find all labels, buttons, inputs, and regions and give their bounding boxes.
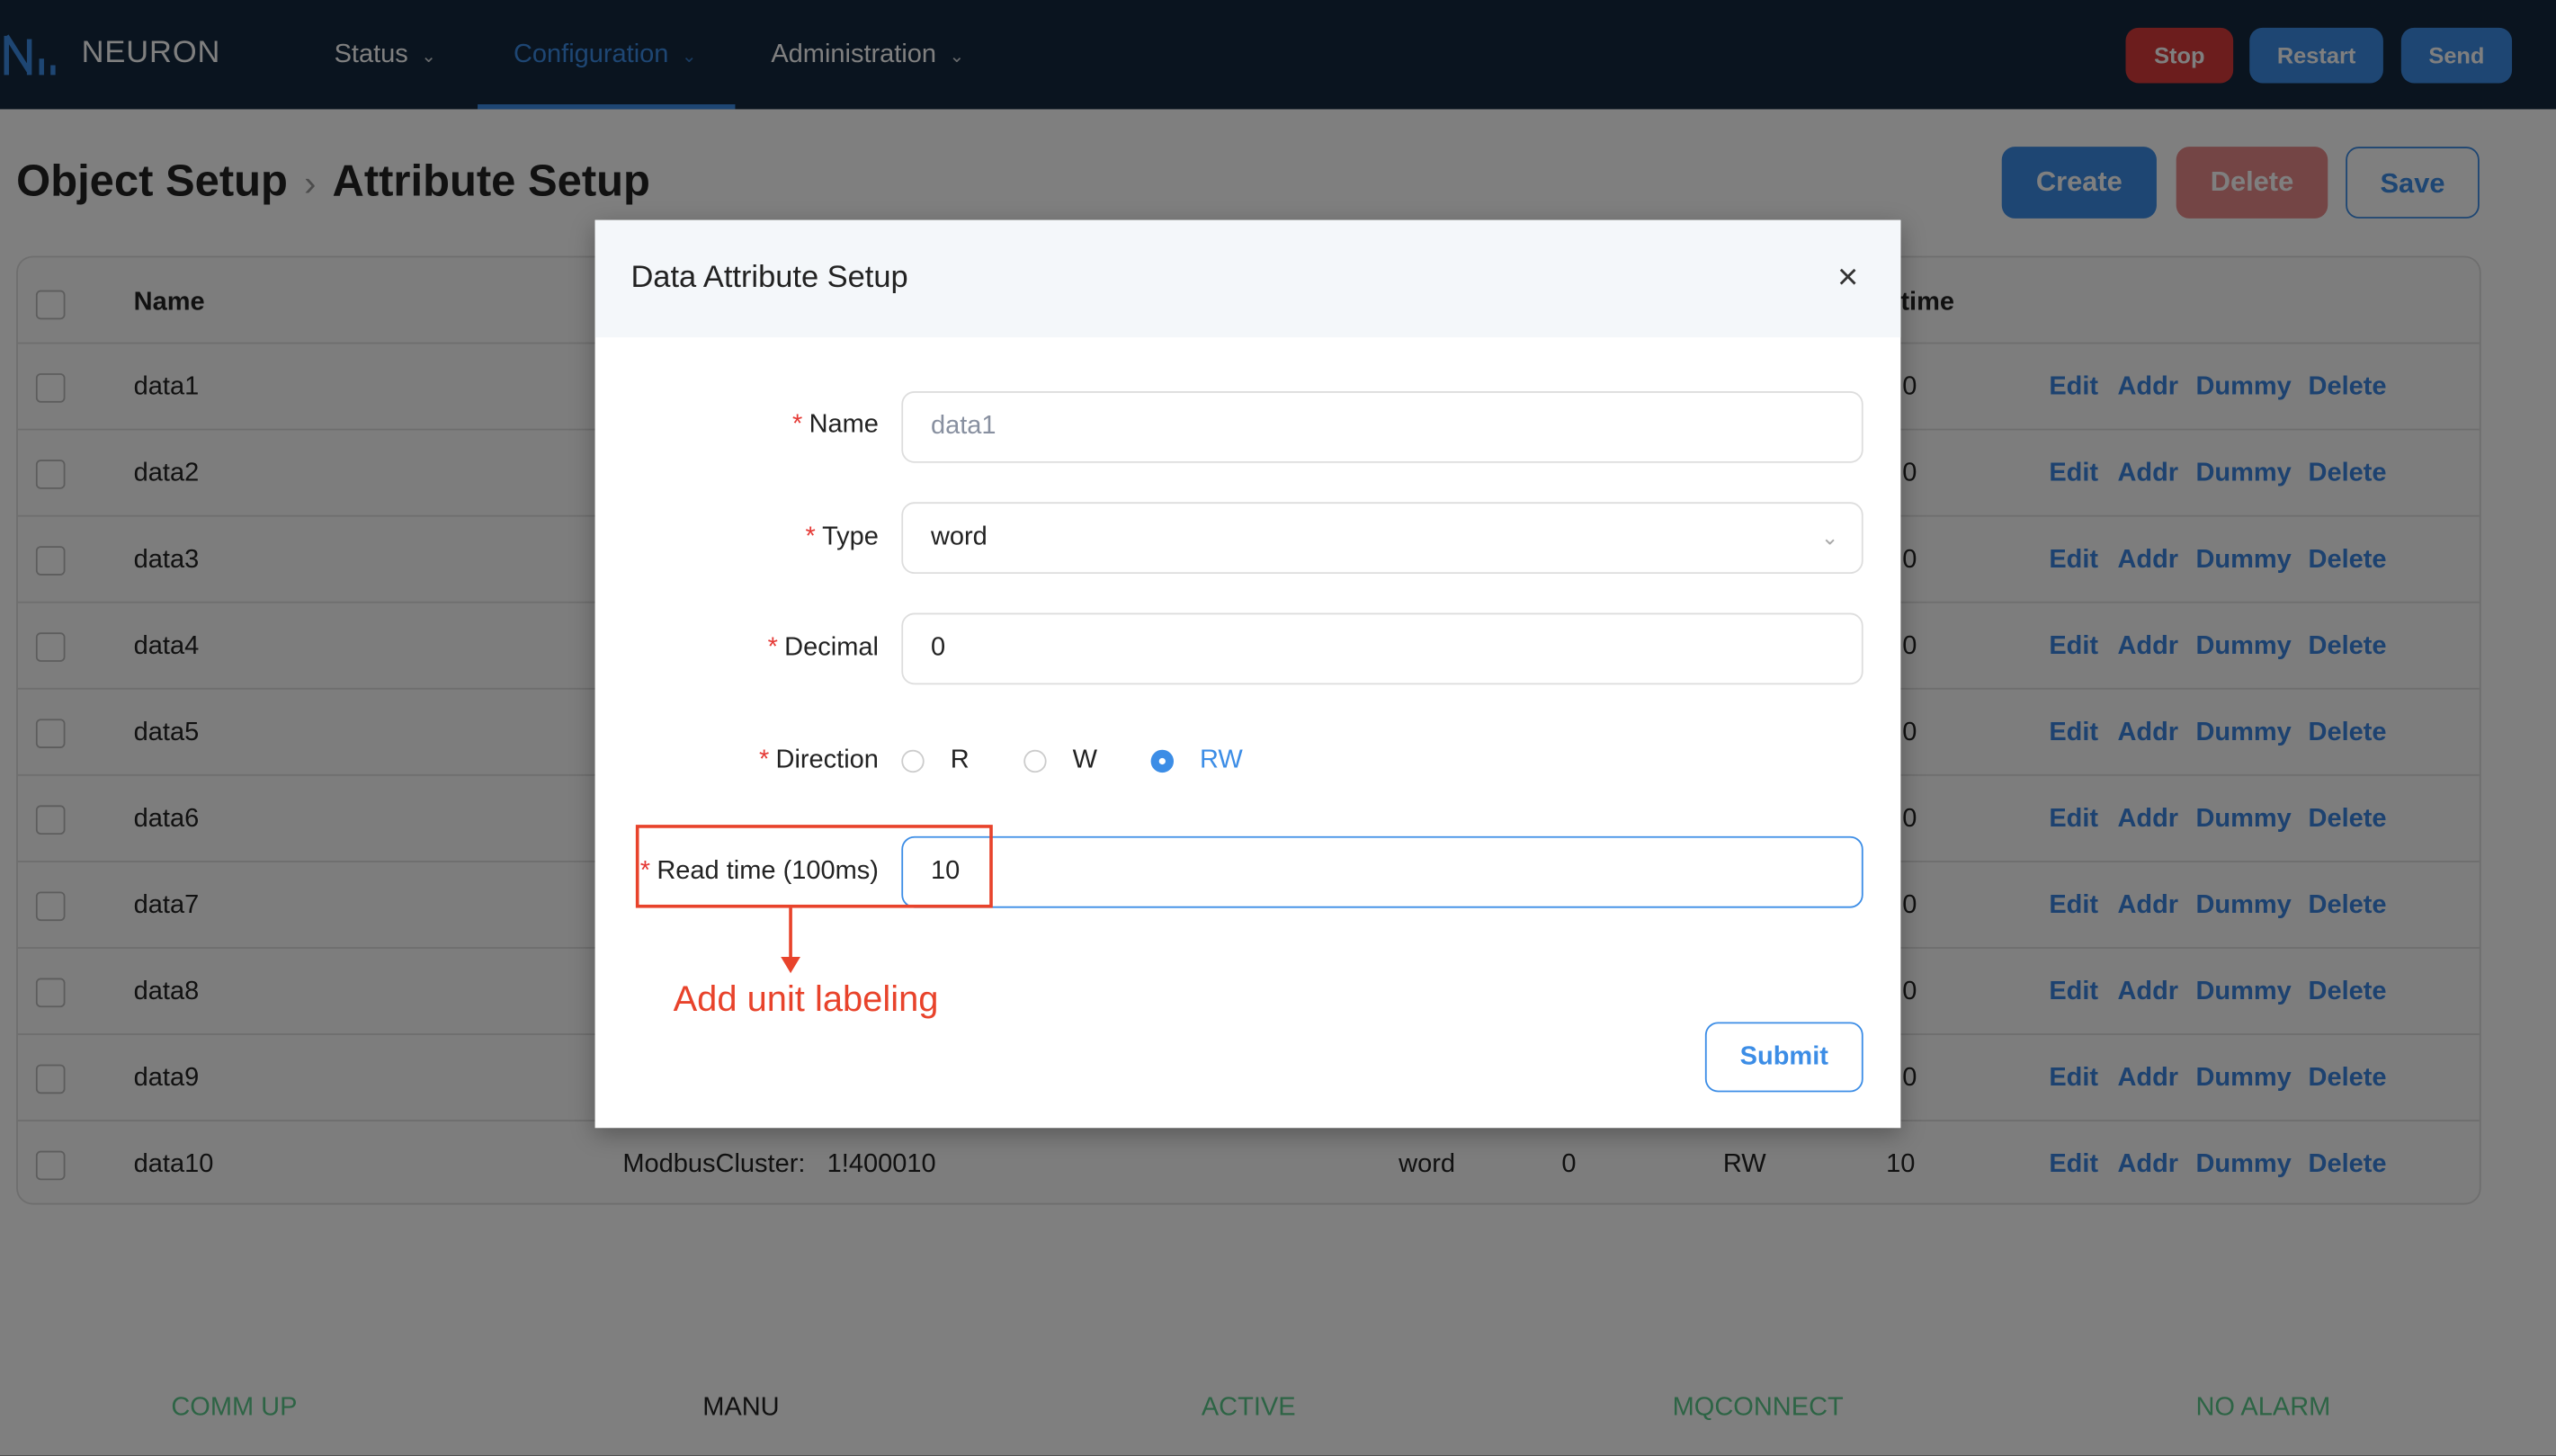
direction-radio-w[interactable] (1023, 749, 1047, 773)
direction-radio-rw[interactable] (1150, 749, 1174, 773)
annotation-highlight-box (635, 825, 993, 908)
direction-label: * Direction (759, 746, 879, 776)
annotation-arrow-line (789, 907, 792, 960)
label-text: Type (822, 523, 879, 551)
required-mark: * (805, 523, 816, 551)
type-select[interactable]: word ⌄ (901, 502, 1863, 574)
radio-label-w[interactable]: W (1073, 746, 1097, 776)
type-label: * Type (806, 523, 879, 553)
name-input[interactable]: data1 (901, 391, 1863, 463)
decimal-label: * Decimal (768, 634, 879, 664)
close-icon[interactable]: × (1837, 256, 1858, 299)
arrow-down-icon (781, 956, 800, 974)
required-mark: * (767, 634, 778, 662)
dialog-header: Data Attribute Setup × (594, 219, 1901, 338)
type-value: word (930, 523, 988, 551)
annotation-text: Add unit labeling (673, 978, 939, 1019)
radio-label-rw[interactable]: RW (1200, 746, 1243, 776)
direction-radio-r[interactable] (901, 749, 925, 773)
app: NEURON Status⌄ Configuration⌄ Administra… (0, 0, 2556, 1456)
submit-button[interactable]: Submit (1704, 1022, 1863, 1093)
read-time-input[interactable]: 10 (901, 835, 1863, 908)
required-mark: * (792, 410, 803, 439)
chevron-down-icon: ⌄ (1820, 524, 1839, 549)
label-text: Direction (775, 746, 879, 774)
label-text: Decimal (784, 634, 879, 662)
dialog-title: Data Attribute Setup (630, 261, 908, 296)
decimal-input[interactable]: 0 (901, 612, 1863, 685)
radio-label-r[interactable]: R (951, 746, 970, 776)
name-label: * Name (792, 411, 879, 441)
label-text: Name (809, 410, 879, 439)
required-mark: * (758, 746, 770, 774)
